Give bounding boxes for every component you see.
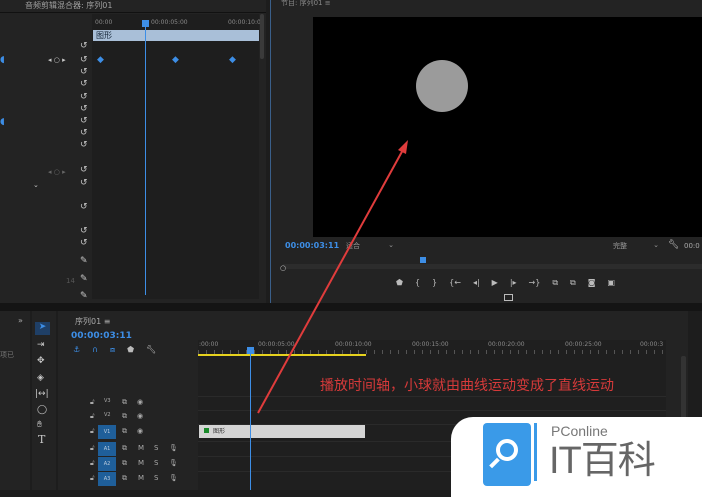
watermark-brand: PConline bbox=[551, 423, 608, 439]
annotation-text: 播放时间轴，小球就由曲线运动变成了直线运动 bbox=[320, 378, 614, 394]
pconline-watermark: PConline IT百科 bbox=[451, 417, 702, 497]
watermark-name: IT百科 bbox=[549, 440, 656, 482]
magnifier-logo-icon bbox=[483, 423, 531, 486]
